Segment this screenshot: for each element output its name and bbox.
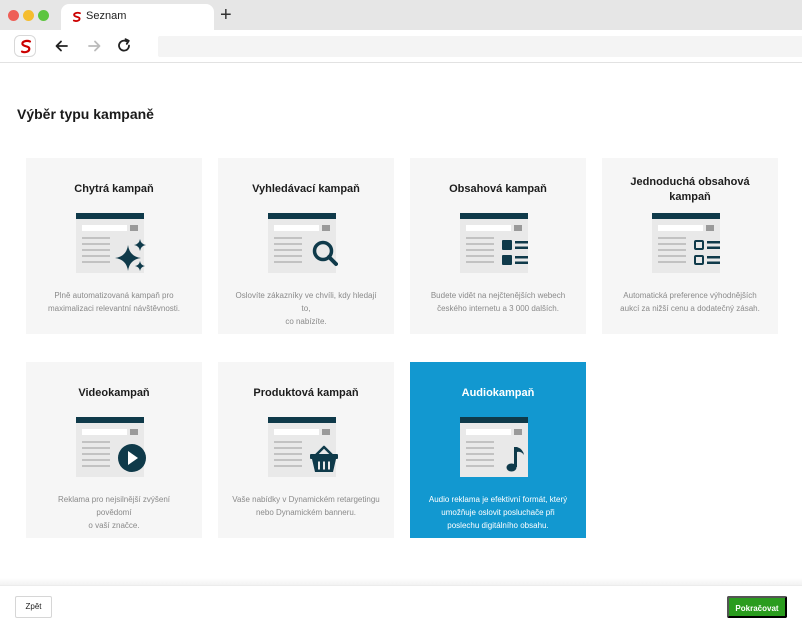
card-title: Chytrá kampaň xyxy=(74,183,154,195)
card-title: Obsahová kampaň xyxy=(449,183,547,195)
card-description: Audio reklama je efektivní formát, který… xyxy=(428,495,568,530)
campaign-card-search[interactable]: Vyhledávací kampaň Oslovíte zákazníky ve… xyxy=(218,158,394,334)
campaign-card-video[interactable]: Videokampaň Reklama pro nejsilnější zvýš… xyxy=(26,362,202,538)
back-arrow-icon[interactable] xyxy=(52,36,72,56)
page-title: Výběr typu kampaně xyxy=(17,106,154,122)
card-description: Reklama pro nejsilnější zvýšení povědomí… xyxy=(57,495,171,530)
reload-icon[interactable] xyxy=(114,36,134,56)
checkbox-list-icon xyxy=(652,213,720,273)
card-title: Videokampaň xyxy=(78,387,150,399)
browser-toolbar xyxy=(0,30,802,63)
sparkle-icon xyxy=(76,213,146,273)
magnifier-icon xyxy=(268,213,338,273)
campaign-card-product[interactable]: Produktová kampaň Vaše nabídky v Dynamic… xyxy=(218,362,394,538)
browser-tab[interactable]: Seznam xyxy=(61,4,214,30)
card-description: Plně automatizovaná kampaň pro maximaliz… xyxy=(47,291,181,313)
new-tab-button[interactable]: + xyxy=(220,4,232,26)
card-title: Audiokampaň xyxy=(461,387,535,399)
forward-arrow-icon[interactable] xyxy=(84,36,104,56)
close-window-button[interactable] xyxy=(8,10,19,21)
campaign-card-audio[interactable]: Audiokampaň Audio reklama je efektivní f… xyxy=(410,362,586,538)
back-button[interactable]: Zpět xyxy=(15,596,52,618)
campaign-card-smart[interactable]: Chytrá kampaň Plně automatizovaná kampaň… xyxy=(26,158,202,334)
tab-title: Seznam xyxy=(86,10,127,22)
music-note-icon xyxy=(460,417,528,477)
card-description: Automatická preference výhodnějších aukc… xyxy=(620,291,760,313)
card-description: Vaše nabídky v Dynamickém retargetingu n… xyxy=(232,495,380,517)
campaign-card-content[interactable]: Obsahová kampaň Budete vidět na nejčteně… xyxy=(410,158,586,334)
shopping-basket-icon xyxy=(268,417,338,477)
campaign-card-simple-content[interactable]: Jednoduchá obsahová kampaň Automatická p… xyxy=(602,158,778,334)
continue-button[interactable]: Pokračovat xyxy=(727,596,787,618)
browser-titlebar: Seznam + xyxy=(0,0,802,30)
card-title: Jednoduchá obsahová kampaň xyxy=(630,176,750,203)
footer-bar: Zpět Pokračovat xyxy=(0,585,802,623)
card-description: Budete vidět na nejčtenějších webech čes… xyxy=(430,291,566,313)
seznam-logo-icon[interactable] xyxy=(14,35,36,57)
maximize-window-button[interactable] xyxy=(38,10,49,21)
card-title: Vyhledávací kampaň xyxy=(252,183,360,195)
minimize-window-button[interactable] xyxy=(23,10,34,21)
seznam-favicon xyxy=(72,11,81,22)
play-icon xyxy=(76,417,146,477)
card-description: Oslovíte zákazníky ve chvíli, kdy hledaj… xyxy=(235,291,377,326)
content-list-icon xyxy=(460,213,528,273)
address-bar[interactable] xyxy=(158,36,802,57)
card-title: Produktová kampaň xyxy=(253,387,359,399)
